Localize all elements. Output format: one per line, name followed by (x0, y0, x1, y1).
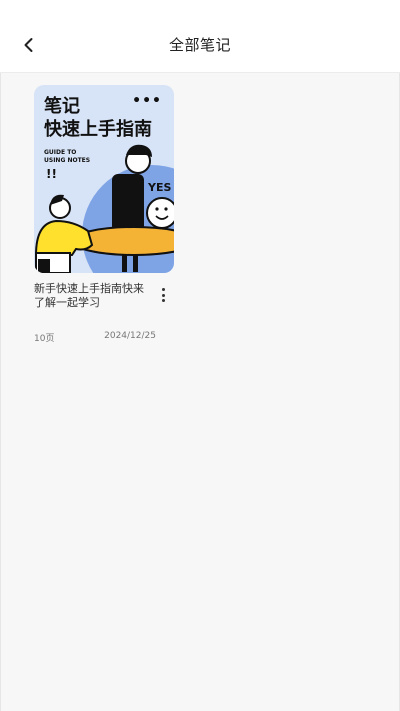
note-meta: 10页 2024/12/25 (34, 331, 156, 344)
note-cover-image[interactable]: 笔记 快速上手指南 GUIDE TO USING NOTES !! YES ••… (34, 85, 174, 273)
cover-title-line2: 快速上手指南 (44, 119, 152, 140)
note-page-count: 10页 (34, 334, 55, 344)
app-header: 全部笔记 (0, 0, 400, 73)
cover-subtitle-line1: GUIDE TO (44, 149, 77, 156)
note-title[interactable]: 新手快速上手指南快来了解一起学习 (34, 282, 152, 310)
cover-dots-icon: ••• (132, 93, 162, 109)
cover-subtitle-line2: USING NOTES (44, 157, 91, 164)
page-title: 全部笔记 (168, 36, 231, 54)
note-date: 2024/12/25 (104, 331, 156, 341)
note-card[interactable]: 笔记 快速上手指南 GUIDE TO USING NOTES !! YES ••… (34, 85, 176, 344)
notes-grid: 笔记 快速上手指南 GUIDE TO USING NOTES !! YES ••… (0, 73, 400, 711)
more-vertical-icon[interactable] (156, 286, 170, 304)
cover-speech-text: YES (148, 181, 172, 194)
cover-exclaim: !! (46, 167, 57, 181)
cover-subtitle: GUIDE TO USING NOTES (44, 149, 90, 165)
